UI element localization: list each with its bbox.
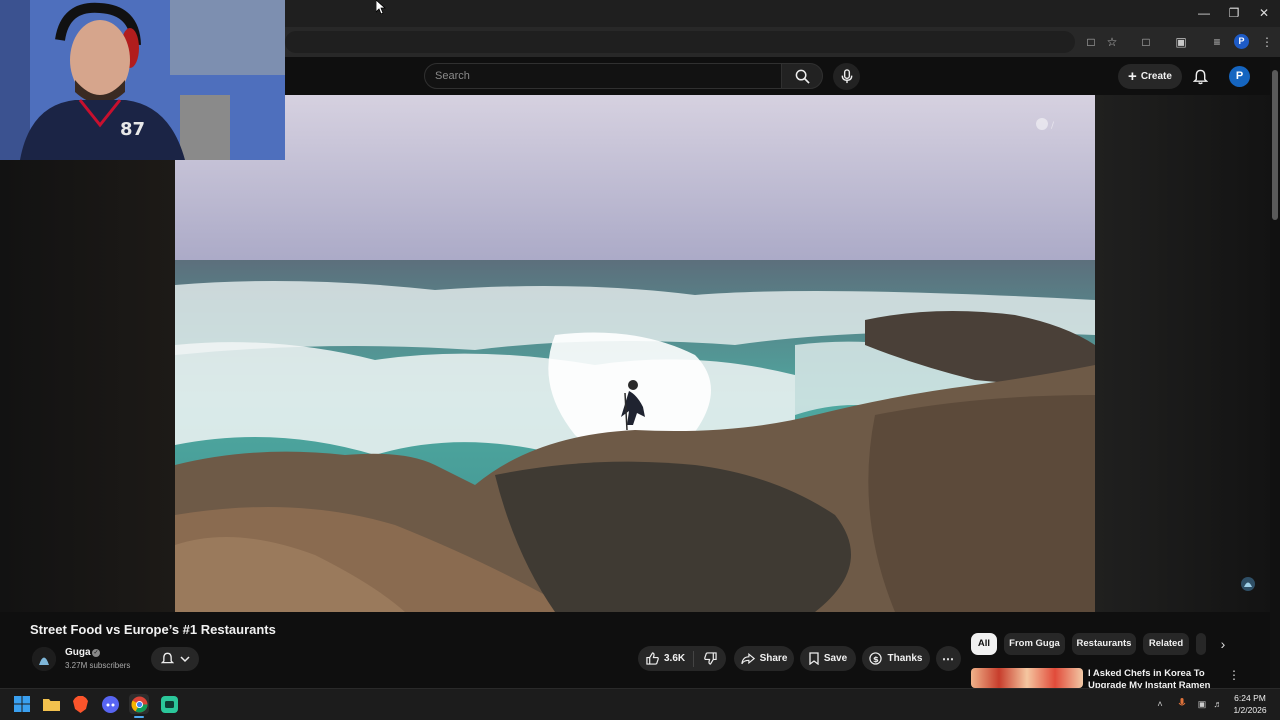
video-frame (175, 95, 1095, 612)
scrollbar-thumb[interactable] (1272, 70, 1278, 220)
search-button[interactable] (781, 63, 823, 89)
chip-from-guga[interactable]: From Guga (1004, 633, 1065, 655)
thanks-label: Thanks (887, 653, 923, 664)
dislike-button[interactable] (694, 652, 726, 665)
search-input[interactable]: Search (424, 63, 782, 89)
mouse-cursor (375, 0, 387, 15)
account-avatar[interactable]: P (1229, 66, 1250, 87)
mic-icon (841, 69, 852, 84)
save-icon (809, 652, 819, 665)
subscription-notifications-button[interactable] (151, 647, 199, 671)
channel-name[interactable]: Guga (65, 647, 91, 658)
brave-icon[interactable] (70, 694, 90, 714)
more-icon[interactable]: ⋮ (1227, 668, 1241, 682)
bell-icon (1193, 69, 1208, 84)
windows-start-icon[interactable] (12, 694, 32, 714)
ambient-glow-right (1095, 95, 1270, 612)
create-label: Create (1140, 71, 1172, 82)
share-label: Share (759, 653, 788, 664)
create-button[interactable]: + Create (1118, 64, 1182, 89)
notifications-button[interactable] (1190, 66, 1211, 87)
windows-taskbar (0, 688, 1280, 720)
like-count: 3.6K (664, 653, 686, 664)
like-dislike-group: 3.6K (638, 646, 726, 671)
voice-search-button[interactable] (833, 63, 860, 90)
chevron-down-icon (179, 656, 190, 663)
install-app-icon[interactable]: □ (1082, 34, 1100, 50)
app-icon[interactable] (159, 694, 179, 714)
channel-avatar[interactable] (32, 647, 56, 671)
svg-text:$: $ (873, 654, 879, 664)
chip-restaurants[interactable]: Restaurants (1072, 633, 1136, 655)
close-window-button[interactable]: ✕ (1254, 4, 1274, 22)
chevron-right-icon[interactable]: › (1213, 634, 1233, 654)
discord-icon[interactable] (100, 694, 120, 714)
restore-window-button[interactable]: ❐ (1224, 4, 1244, 22)
media-controls-icon[interactable]: ≡ (1208, 34, 1226, 50)
like-icon (646, 652, 659, 665)
file-explorer-icon[interactable] (41, 694, 61, 714)
network-icon[interactable]: ▣ (1196, 698, 1208, 710)
more-actions-button[interactable]: ⋯ (936, 646, 961, 671)
channel-watermark-icon[interactable] (1240, 576, 1256, 592)
chip-all[interactable]: All (971, 633, 997, 655)
svg-text:/: / (1051, 121, 1055, 131)
save-label: Save (823, 653, 848, 664)
more-icon: ⋯ (942, 651, 955, 666)
browser-profile-avatar[interactable]: P (1234, 34, 1249, 49)
video-watermark: / (1035, 117, 1065, 131)
svg-text:87: 87 (120, 119, 145, 140)
video-title: Street Food vs Europe’s #1 Restaurants (30, 622, 276, 637)
chrome-icon[interactable] (129, 694, 149, 714)
recommended-video-title[interactable]: I Asked Chefs in Korea To Upgrade My Ins… (1088, 668, 1213, 688)
tray-overflow-icon[interactable]: ˄ (1154, 698, 1166, 710)
active-app-indicator (134, 716, 144, 718)
bookmark-star-icon[interactable]: ☆ (1103, 34, 1121, 50)
like-button[interactable]: 3.6K (638, 650, 694, 667)
chip-related[interactable]: Related (1143, 633, 1189, 655)
extensions-icon[interactable]: □ (1137, 34, 1155, 50)
thanks-icon: $ (869, 652, 883, 665)
save-button[interactable]: Save (800, 646, 856, 671)
clock-date[interactable]: 1/2/2026 (1230, 705, 1270, 715)
microphone-tray-icon[interactable] (1176, 698, 1188, 710)
chip-partial[interactable] (1196, 633, 1206, 655)
dislike-icon (703, 652, 717, 665)
thanks-button[interactable]: $ Thanks (862, 646, 930, 671)
subscriber-count: 3.27M subscribers (65, 661, 131, 670)
ambient-glow-left (0, 160, 175, 612)
volume-icon[interactable]: ♬ (1212, 698, 1224, 710)
webcam-overlay: 87 (0, 0, 285, 160)
share-button[interactable]: Share (734, 646, 794, 671)
clock-time[interactable]: 6:24 PM (1230, 693, 1270, 703)
bell-icon (160, 652, 174, 664)
share-icon (740, 652, 755, 664)
plus-icon: + (1128, 68, 1137, 85)
verified-badge-icon: ✓ (92, 649, 100, 657)
search-icon (795, 69, 810, 84)
minimize-window-button[interactable]: — (1194, 4, 1214, 22)
video-player[interactable]: / (175, 95, 1095, 612)
omnibox[interactable] (285, 31, 1075, 53)
recommended-video-thumbnail[interactable] (971, 668, 1083, 688)
cast-icon[interactable]: ▣ (1172, 34, 1190, 50)
browser-menu-icon[interactable]: ⋮ (1258, 34, 1276, 50)
